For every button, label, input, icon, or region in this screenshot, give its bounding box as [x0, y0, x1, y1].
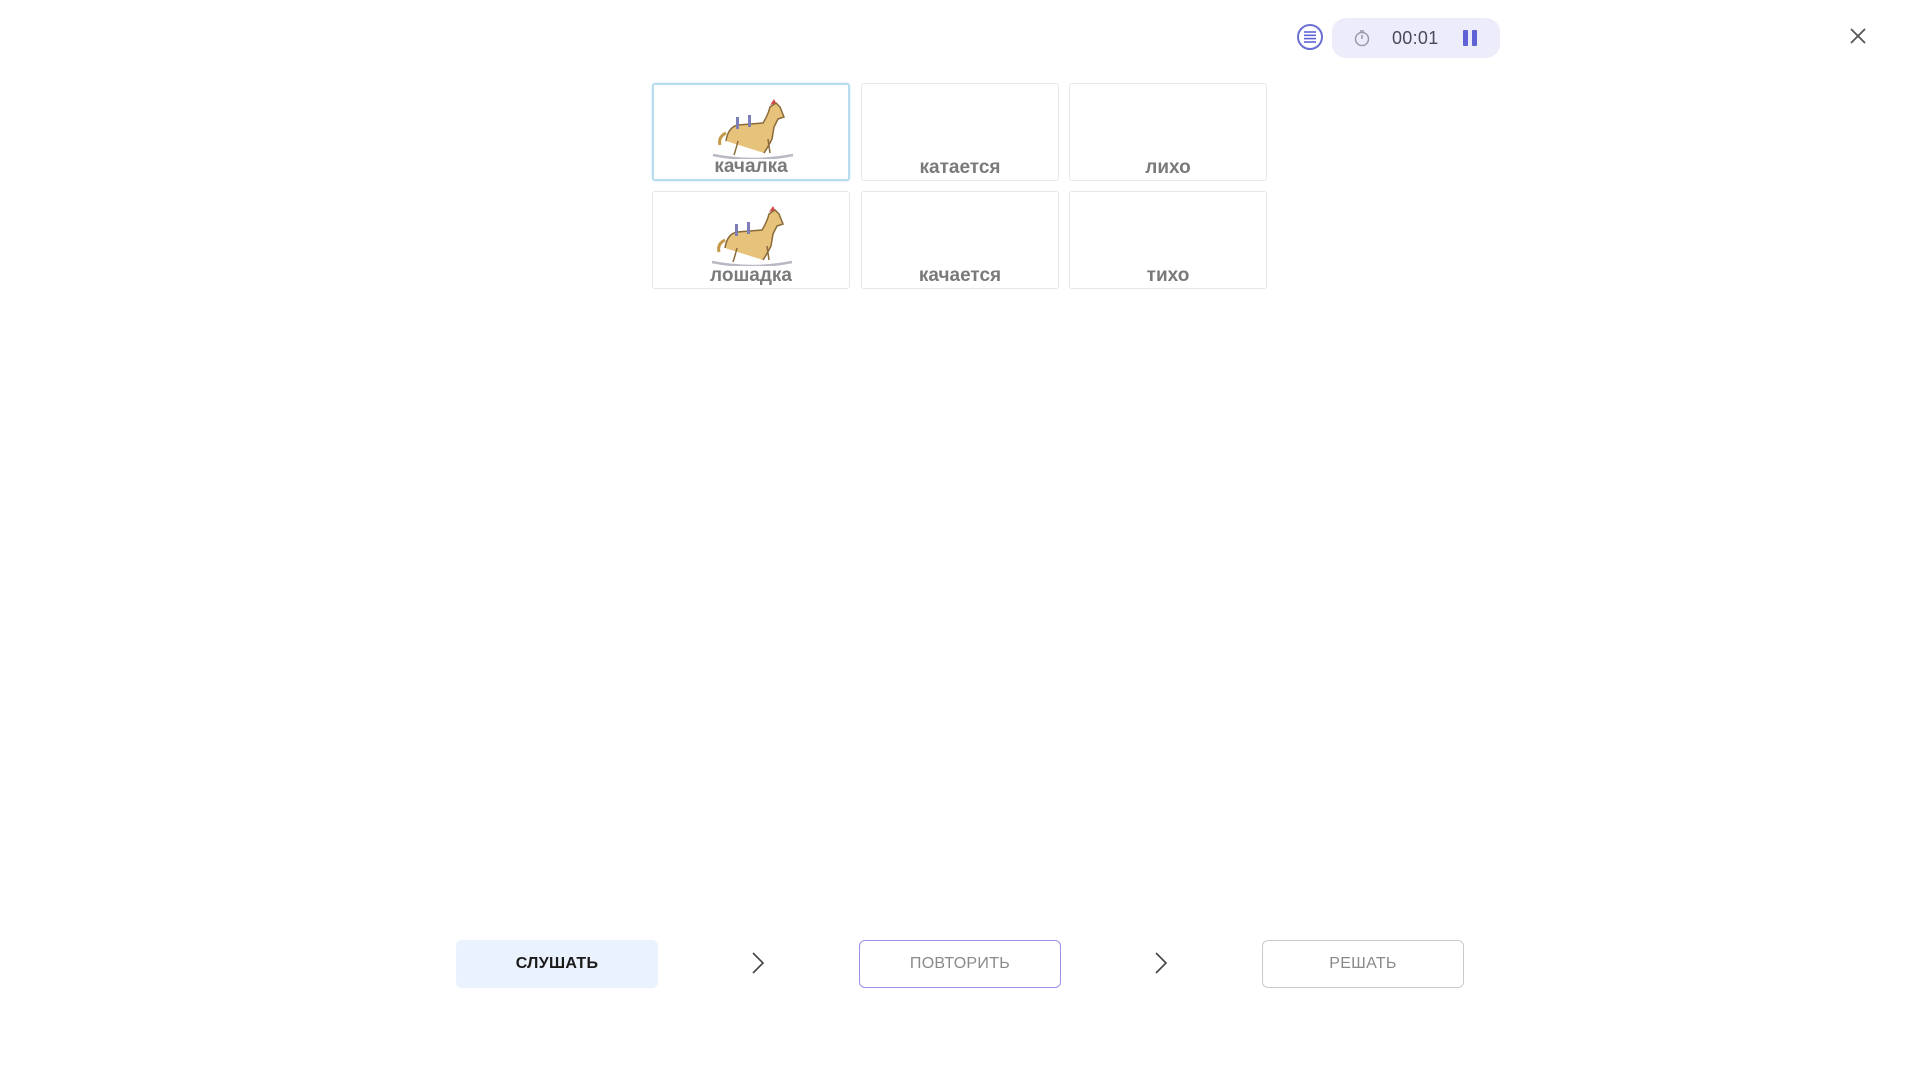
chevron-right-icon: [752, 952, 765, 974]
card-word: лошадка: [710, 265, 792, 286]
card-word: лихо: [1145, 157, 1191, 178]
solve-button[interactable]: РЕШАТЬ: [1262, 940, 1464, 988]
rocking-horse-image: [711, 206, 793, 266]
word-card-5[interactable]: качается: [861, 191, 1059, 289]
timer-value: 00:01: [1392, 28, 1439, 48]
list-icon: [1304, 31, 1316, 43]
card-word: катается: [919, 157, 1001, 178]
pause-button[interactable]: [1458, 28, 1482, 48]
word-card-2[interactable]: катается: [861, 83, 1059, 181]
close-icon: [1850, 28, 1866, 44]
timer: 00:01: [1332, 18, 1500, 58]
close-button[interactable]: [1846, 24, 1870, 48]
pause-icon: [1463, 30, 1468, 46]
word-card-6[interactable]: тихо: [1069, 191, 1267, 289]
chevron-right-icon: [1155, 952, 1168, 974]
card-word: тихо: [1146, 265, 1190, 286]
stopwatch-icon: [1354, 30, 1370, 47]
menu-list-icon[interactable]: [1297, 24, 1323, 50]
pause-icon: [1472, 30, 1477, 46]
rocking-horse-image: [712, 99, 794, 159]
card-word: качается: [918, 265, 1002, 286]
card-word: качалка: [714, 156, 788, 177]
word-card-3[interactable]: лихо: [1069, 83, 1267, 181]
listen-button[interactable]: СЛУШАТЬ: [456, 940, 658, 988]
word-card-1[interactable]: качалка: [652, 83, 850, 181]
repeat-button[interactable]: ПОВТОРИТЬ: [859, 940, 1061, 988]
exercise-screen: 00:01 качалка катается лихо лошадка кача…: [0, 0, 1920, 1080]
word-card-4[interactable]: лошадка: [652, 191, 850, 289]
